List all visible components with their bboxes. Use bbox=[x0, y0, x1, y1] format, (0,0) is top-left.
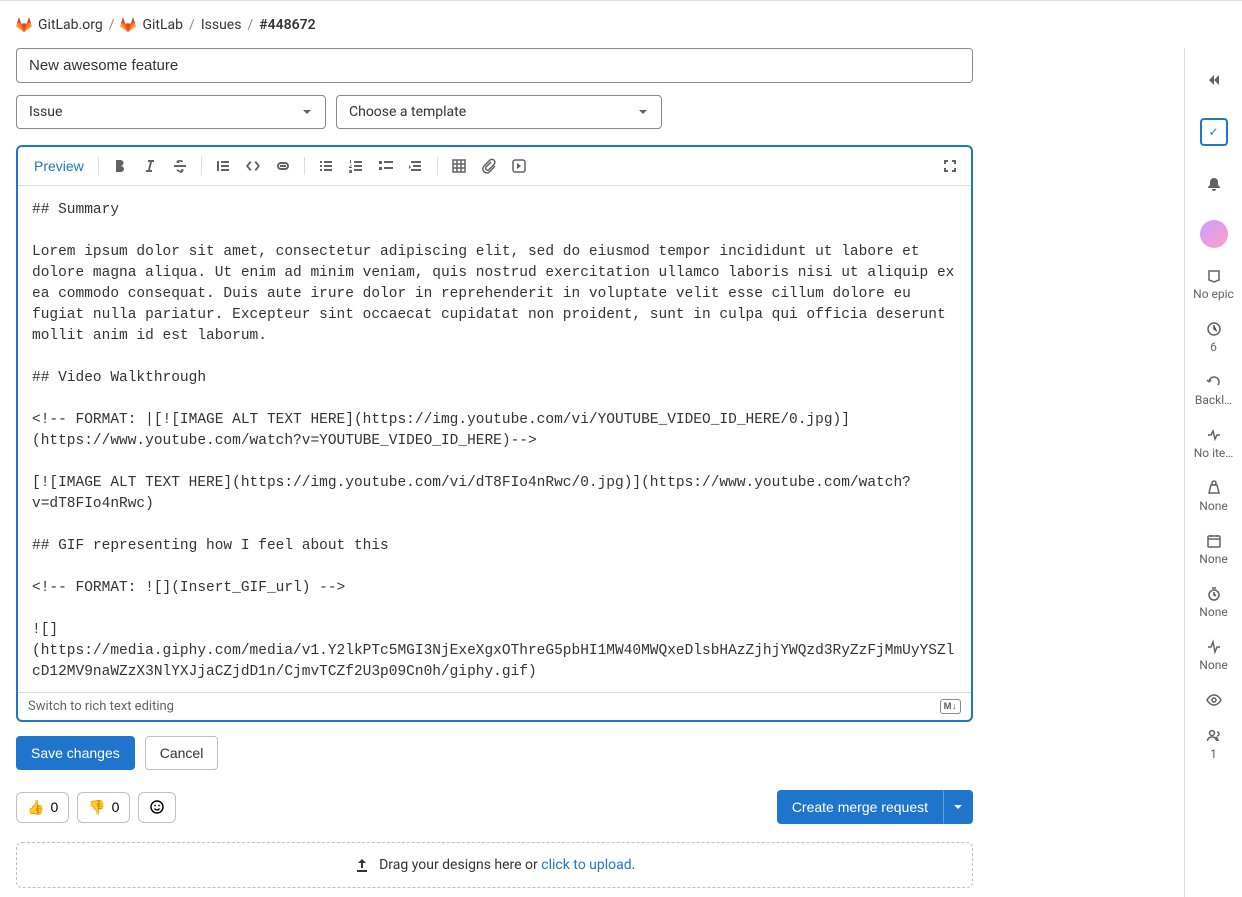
issue-title-input[interactable] bbox=[16, 48, 973, 83]
strikethrough-button[interactable] bbox=[167, 153, 193, 179]
gitlab-logo-icon bbox=[16, 17, 32, 33]
iteration-value: Backl… bbox=[1195, 393, 1232, 407]
clock-icon bbox=[1206, 321, 1222, 337]
dropzone-link[interactable]: click to upload bbox=[541, 857, 631, 873]
notifications-button[interactable] bbox=[1198, 168, 1230, 200]
dropzone-suffix: . bbox=[632, 857, 636, 873]
upload-icon bbox=[354, 857, 370, 873]
design-dropzone[interactable]: Drag your designs here or click to uploa… bbox=[16, 842, 973, 888]
weight-icon bbox=[1206, 480, 1222, 496]
chevron-down-icon bbox=[299, 104, 315, 120]
collapsible-button[interactable] bbox=[403, 153, 429, 179]
bold-button[interactable] bbox=[107, 153, 133, 179]
health-icon bbox=[1206, 427, 1222, 443]
due-date-value: None bbox=[1199, 552, 1227, 566]
collapse-sidebar-button[interactable] bbox=[1198, 64, 1230, 96]
add-reaction-button[interactable] bbox=[138, 792, 176, 823]
dropzone-text: Drag your designs here or bbox=[379, 857, 541, 873]
attachment-button[interactable] bbox=[476, 153, 502, 179]
issue-type-select[interactable]: Issue bbox=[16, 95, 326, 129]
thumbs-up-button[interactable]: 👍 0 bbox=[16, 792, 69, 823]
health-item[interactable]: No ite… bbox=[1185, 427, 1242, 460]
calendar-icon bbox=[1206, 533, 1222, 549]
fullscreen-button[interactable] bbox=[937, 153, 963, 179]
breadcrumb-section[interactable]: Issues bbox=[201, 17, 242, 33]
save-button[interactable]: Save changes bbox=[16, 736, 135, 770]
thumbs-up-emoji: 👍 bbox=[27, 799, 44, 816]
issue-type-value: Issue bbox=[29, 104, 62, 120]
preview-button[interactable]: Preview bbox=[28, 154, 90, 178]
todo-button[interactable]: ✓ bbox=[1198, 116, 1230, 148]
thumbs-down-count: 0 bbox=[112, 799, 120, 815]
numbered-list-button[interactable] bbox=[343, 153, 369, 179]
activity-value: None bbox=[1199, 658, 1227, 672]
thumbs-down-button[interactable]: 👎 0 bbox=[77, 792, 130, 823]
participants-item[interactable]: 1 bbox=[1185, 728, 1242, 761]
cancel-button[interactable]: Cancel bbox=[145, 736, 219, 770]
chevron-down-icon bbox=[635, 104, 651, 120]
thumbs-up-count: 0 bbox=[50, 799, 58, 815]
thumbs-down-emoji: 👎 bbox=[88, 799, 105, 816]
epic-item[interactable]: No epic bbox=[1185, 268, 1242, 301]
weight-value: None bbox=[1199, 499, 1227, 513]
users-icon bbox=[1206, 728, 1222, 744]
quote-button[interactable] bbox=[210, 153, 236, 179]
chevron-down-icon bbox=[950, 799, 966, 815]
weight-item[interactable]: None bbox=[1185, 480, 1242, 513]
create-merge-request-button[interactable]: Create merge request bbox=[777, 790, 943, 824]
eye-icon bbox=[1206, 692, 1222, 708]
breadcrumb: GitLab.org / GitLab / Issues / #448672 bbox=[0, 0, 1242, 48]
confidential-item[interactable] bbox=[1185, 692, 1242, 708]
epic-icon bbox=[1206, 268, 1222, 284]
markdown-textarea[interactable] bbox=[18, 186, 971, 688]
link-button[interactable] bbox=[270, 153, 296, 179]
time-tracking-item[interactable]: None bbox=[1185, 586, 1242, 619]
editor-toolbar: Preview bbox=[18, 147, 971, 186]
health-value: No ite… bbox=[1194, 446, 1234, 460]
activity-item[interactable]: None bbox=[1185, 639, 1242, 672]
italic-button[interactable] bbox=[137, 153, 163, 179]
timer-icon bbox=[1206, 586, 1222, 602]
milestone-value: 6 bbox=[1210, 340, 1217, 354]
epic-value: No epic bbox=[1193, 287, 1234, 301]
smile-icon bbox=[149, 799, 165, 815]
switch-editor-link[interactable]: Switch to rich text editing bbox=[28, 699, 174, 714]
gitlab-logo-icon bbox=[120, 17, 136, 33]
table-button[interactable] bbox=[446, 153, 472, 179]
breadcrumb-project[interactable]: GitLab bbox=[142, 17, 183, 33]
quick-action-button[interactable] bbox=[506, 153, 532, 179]
template-select[interactable]: Choose a template bbox=[336, 95, 662, 129]
create-merge-request-dropdown[interactable] bbox=[943, 790, 973, 824]
template-value: Choose a template bbox=[349, 104, 466, 120]
due-date-item[interactable]: None bbox=[1185, 533, 1242, 566]
milestone-item[interactable]: 6 bbox=[1185, 321, 1242, 354]
participants-value: 1 bbox=[1210, 747, 1217, 761]
chevrons-left-icon bbox=[1206, 72, 1222, 88]
activity-icon bbox=[1206, 639, 1222, 655]
markdown-help-icon[interactable]: M↓ bbox=[940, 699, 961, 714]
code-button[interactable] bbox=[240, 153, 266, 179]
bullet-list-button[interactable] bbox=[313, 153, 339, 179]
markdown-editor: Preview bbox=[16, 145, 973, 722]
sidebar: ✓ No epic 6 Backl… No ite… None No bbox=[1184, 48, 1242, 897]
iteration-item[interactable]: Backl… bbox=[1185, 374, 1242, 407]
bell-icon bbox=[1206, 176, 1222, 192]
time-tracking-value: None bbox=[1199, 605, 1227, 619]
breadcrumb-issue-id: #448672 bbox=[259, 17, 315, 33]
assignee-avatar[interactable] bbox=[1200, 220, 1228, 248]
breadcrumb-org[interactable]: GitLab.org bbox=[38, 17, 103, 33]
task-list-button[interactable] bbox=[373, 153, 399, 179]
iteration-icon bbox=[1206, 374, 1222, 390]
